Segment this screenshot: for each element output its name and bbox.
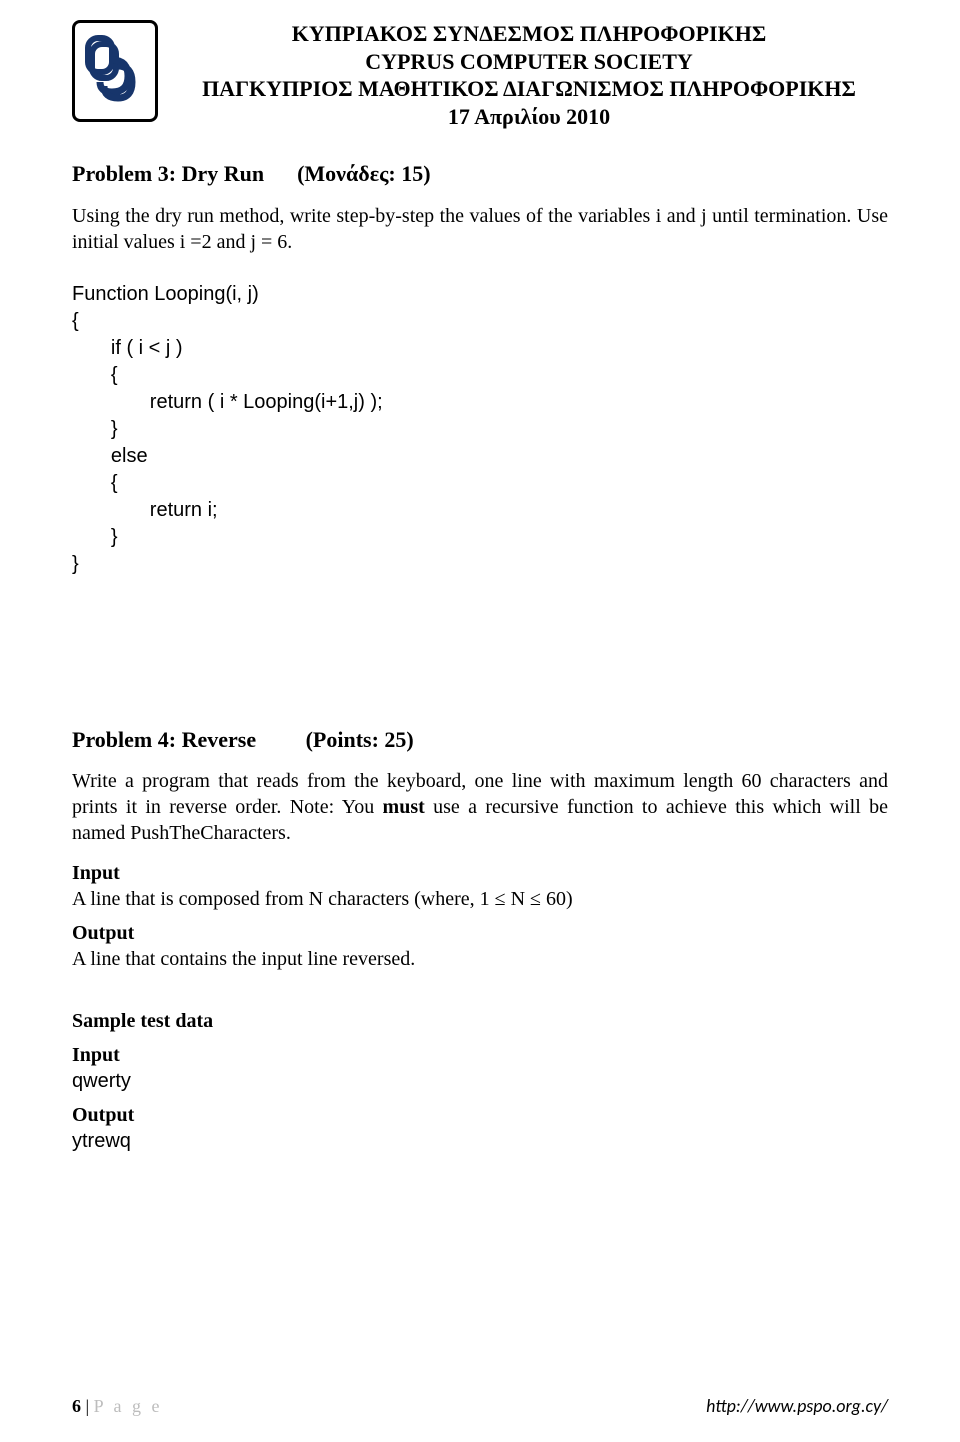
code-l4: { bbox=[72, 364, 118, 386]
header-line-4: 17 Απριλίου 2010 bbox=[170, 103, 888, 131]
header-text-block: ΚΥΠΡΙΑΚΟΣ ΣΥΝΔΕΣΜΟΣ ΠΛΗΡΟΦΟΡΙΚΗΣ CYPRUS … bbox=[170, 20, 888, 130]
sample-output-label: Output bbox=[72, 1102, 888, 1128]
sample-input: qwerty bbox=[72, 1068, 888, 1094]
input-text: A line that is composed from N character… bbox=[72, 886, 888, 912]
problem4-desc-bold: must bbox=[383, 796, 425, 818]
header-line-1: ΚΥΠΡΙΑΚΟΣ ΣΥΝΔΕΣΜΟΣ ΠΛΗΡΟΦΟΡΙΚΗΣ bbox=[170, 20, 888, 48]
page-header: ΚΥΠΡΙΑΚΟΣ ΣΥΝΔΕΣΜΟΣ ΠΛΗΡΟΦΟΡΙΚΗΣ CYPRUS … bbox=[72, 20, 888, 130]
code-l11: } bbox=[72, 553, 79, 575]
problem3-title-row: Problem 3: Dry Run (Μονάδες: 15) bbox=[72, 160, 888, 189]
ccs-logo bbox=[72, 20, 158, 122]
problem3-points: (Μονάδες: 15) bbox=[297, 161, 430, 186]
code-l10: } bbox=[72, 526, 118, 548]
sample-output: ytrewq bbox=[72, 1128, 888, 1154]
code-l7: else bbox=[72, 445, 148, 467]
spacer bbox=[72, 972, 888, 1000]
page-footer: 6 | P a g e http://www.pspo.org.cy/ bbox=[72, 1395, 888, 1418]
ccs-logo-icon bbox=[84, 32, 146, 110]
footer-sep: | bbox=[81, 1396, 94, 1416]
code-l3: if ( i < j ) bbox=[72, 337, 183, 359]
output-text: A line that contains the input line reve… bbox=[72, 946, 888, 972]
input-label: Input bbox=[72, 860, 888, 886]
code-l5: return ( i * Looping(i+1,j) ); bbox=[72, 391, 383, 413]
footer-pagenum: 6 bbox=[72, 1396, 81, 1416]
problem4-title: Problem 4: Reverse bbox=[72, 727, 256, 752]
code-l2: { bbox=[72, 310, 79, 332]
sample-test-data-label: Sample test data bbox=[72, 1008, 888, 1034]
code-l8: { bbox=[72, 472, 118, 494]
spacer bbox=[72, 638, 888, 708]
header-line-2: CYPRUS COMPUTER SOCIETY bbox=[170, 48, 888, 76]
problem4-description: Write a program that reads from the keyb… bbox=[72, 768, 888, 846]
sample-input-label: Input bbox=[72, 1042, 888, 1068]
output-label: Output bbox=[72, 920, 888, 946]
header-line-3: ΠΑΓΚΥΠΡΙΟΣ ΜΑΘΗΤΙΚΟΣ ΔΙΑΓΩΝΙΣΜΟΣ ΠΛΗΡΟΦΟ… bbox=[170, 75, 888, 103]
footer-page-number: 6 | P a g e bbox=[72, 1395, 162, 1418]
problem4-points: (Points: 25) bbox=[306, 727, 414, 752]
footer-url: http://www.pspo.org.cy/ bbox=[706, 1395, 888, 1418]
code-l1: Function Looping(i, j) bbox=[72, 283, 259, 305]
code-l9: return i; bbox=[72, 499, 218, 521]
problem3-title: Problem 3: Dry Run bbox=[72, 161, 264, 186]
code-l6: } bbox=[72, 418, 118, 440]
problem4-title-row: Problem 4: Reverse (Points: 25) bbox=[72, 726, 888, 755]
footer-page-label: P a g e bbox=[94, 1396, 163, 1416]
problem3-description: Using the dry run method, write step-by-… bbox=[72, 203, 888, 255]
code-block: Function Looping(i, j) { if ( i < j ) { … bbox=[72, 281, 888, 578]
